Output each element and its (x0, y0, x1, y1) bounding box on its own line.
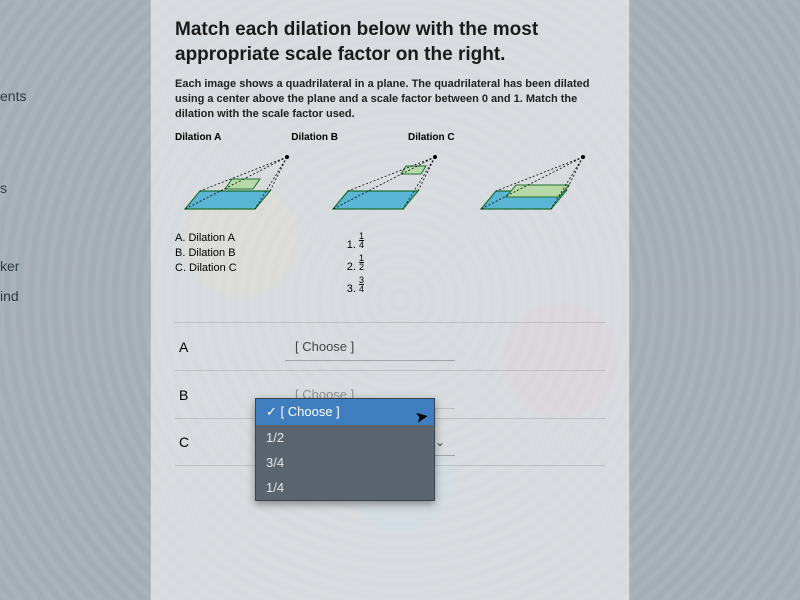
dilation-figure-c (471, 149, 601, 219)
sidebar-fragment: ents (0, 88, 55, 104)
figure-label: Dilation A (175, 132, 221, 143)
question-title: Match each dilation below with the most … (175, 18, 605, 67)
dilation-figure-a (175, 149, 305, 219)
dilation-key: A. Dilation A B. Dilation B C. Dilation … (175, 229, 237, 298)
question-panel: Match each dilation below with the most … (150, 0, 630, 600)
figure-label: Dilation B (291, 132, 338, 143)
dropdown-option[interactable]: 1/2 (256, 425, 434, 450)
scale-factor-key: 1. 14 2. 12 3. 34 (347, 229, 364, 298)
dropdown-option[interactable]: 3/4 (256, 450, 434, 475)
match-label: A (175, 339, 285, 355)
sidebar-fragment: ind (0, 288, 55, 304)
chevron-down-icon: ⌄ (435, 435, 445, 449)
dropdown-option[interactable]: 1/4 (256, 475, 434, 500)
match-row-a: A [ Choose ] (175, 322, 605, 370)
sidebar-fragment: s (0, 180, 55, 196)
dropdown-option[interactable]: ✓ [ Choose ] (256, 399, 434, 425)
dilation-figure-b (323, 149, 453, 219)
choose-select-a[interactable]: [ Choose ] (285, 333, 455, 361)
choose-dropdown-open[interactable]: ✓ [ Choose ] 1/2 3/4 1/4 (255, 398, 435, 501)
question-instructions: Each image shows a quadrilateral in a pl… (175, 77, 605, 122)
sidebar-fragment: ker (0, 258, 55, 274)
figure-label: Dilation C (408, 132, 455, 143)
